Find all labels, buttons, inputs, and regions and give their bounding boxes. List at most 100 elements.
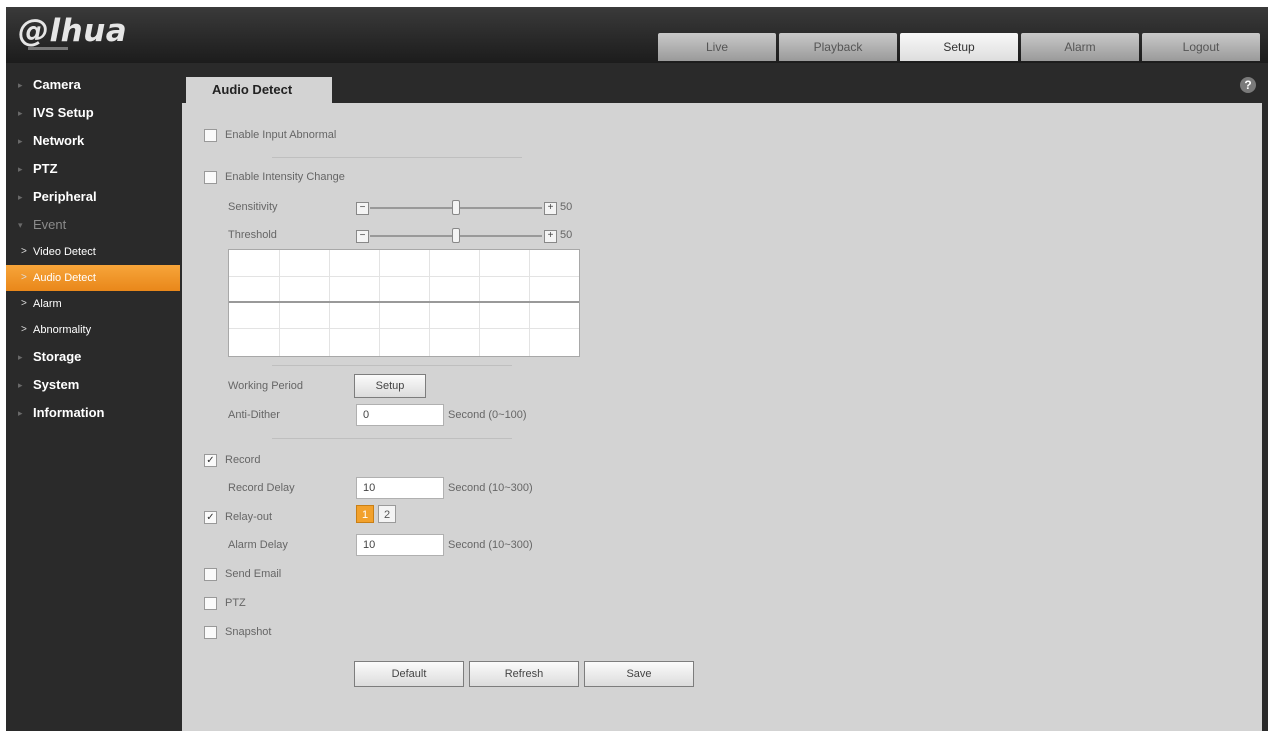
graph-gridline — [229, 328, 579, 329]
app-window: @lhua Live Playback Setup Alarm Logout ▸… — [6, 7, 1268, 731]
send-email-label: Send Email — [225, 568, 282, 580]
chevron-right-icon: > — [21, 298, 27, 309]
sidebar-item-ivs-setup[interactable]: ▸ IVS Setup — [6, 99, 182, 127]
graph-gridline — [379, 250, 380, 356]
section-divider — [272, 365, 512, 366]
alarm-delay-label: Alarm Delay — [228, 539, 288, 551]
graph-gridline — [429, 250, 430, 356]
enable-intensity-change-label: Enable Intensity Change — [225, 171, 345, 183]
minus-icon[interactable]: − — [356, 202, 369, 215]
sidebar-subitem-audio-detect[interactable]: > Audio Detect — [6, 265, 180, 291]
sidebar-item-label: System — [33, 377, 80, 392]
sidebar-item-system[interactable]: ▸ System — [6, 371, 182, 399]
minus-icon[interactable]: − — [356, 230, 369, 243]
settings-panel: Audio Detect ? Enable Input Abnormal Ena… — [182, 71, 1262, 731]
tab-playback[interactable]: Playback — [779, 33, 897, 61]
bullet-icon: ▸ — [18, 352, 23, 362]
graph-gridline — [479, 250, 480, 356]
sidebar-item-ptz[interactable]: ▸ PTZ — [6, 155, 182, 183]
audio-intensity-graph — [228, 249, 580, 357]
bullet-icon: ▸ — [18, 136, 23, 146]
slider-thumb[interactable] — [452, 228, 460, 243]
graph-gridline — [329, 250, 330, 356]
tab-alarm[interactable]: Alarm — [1021, 33, 1139, 61]
send-email-row: Send Email — [204, 565, 281, 583]
tab-logout[interactable]: Logout — [1142, 33, 1260, 61]
relay-channel-2-button[interactable]: 2 — [378, 505, 396, 523]
sidebar-item-label: Network — [33, 133, 85, 148]
sidebar-item-label: IVS Setup — [33, 105, 94, 120]
chevron-right-icon: > — [21, 324, 27, 335]
sidebar-item-information[interactable]: ▸ Information — [6, 399, 182, 427]
ptz-checkbox[interactable] — [204, 596, 217, 610]
sensitivity-slider[interactable]: − + 50 — [356, 200, 576, 215]
enable-intensity-change-row: Enable Intensity Change — [204, 168, 345, 186]
snapshot-row: Snapshot — [204, 623, 271, 641]
sidebar-subitem-label: Audio Detect — [33, 272, 96, 284]
graph-gridline — [529, 250, 530, 356]
plus-icon[interactable]: + — [544, 202, 557, 215]
bullet-icon: ▸ — [18, 380, 23, 390]
tab-setup[interactable]: Setup — [900, 33, 1018, 61]
record-delay-input[interactable] — [356, 477, 444, 499]
sidebar-item-label: Camera — [33, 77, 81, 92]
bullet-icon: ▸ — [18, 108, 23, 118]
record-checkbox[interactable]: ✓ — [204, 453, 217, 467]
save-button[interactable]: Save — [584, 661, 694, 687]
graph-gridline — [279, 250, 280, 356]
sidebar-item-label: Storage — [33, 349, 82, 364]
refresh-button[interactable]: Refresh — [469, 661, 579, 687]
bullet-icon: ▸ — [18, 408, 23, 418]
sidebar-subitem-label: Video Detect — [33, 246, 96, 258]
alarm-delay-hint: Second (10~300) — [448, 539, 533, 551]
section-divider — [272, 157, 522, 158]
default-button[interactable]: Default — [354, 661, 464, 687]
slider-thumb[interactable] — [452, 200, 460, 215]
sidebar-item-peripheral[interactable]: ▸ Peripheral — [6, 183, 182, 211]
brand-logo: @lhua — [18, 13, 128, 49]
tab-live[interactable]: Live — [658, 33, 776, 61]
help-icon[interactable]: ? — [1240, 77, 1256, 93]
sidebar-subitem-abnormality[interactable]: > Abnormality — [6, 317, 182, 343]
ptz-row: PTZ — [204, 594, 246, 612]
sidebar-item-camera[interactable]: ▸ Camera — [6, 71, 182, 99]
sidebar-item-event[interactable]: ▾ Event — [6, 211, 182, 239]
enable-input-abnormal-checkbox[interactable] — [204, 128, 217, 142]
sidebar-item-network[interactable]: ▸ Network — [6, 127, 182, 155]
chevron-right-icon: > — [21, 246, 27, 257]
sensitivity-value: 50 — [560, 201, 573, 213]
record-delay-label: Record Delay — [228, 482, 295, 494]
sidebar-item-storage[interactable]: ▸ Storage — [6, 343, 182, 371]
working-period-setup-button[interactable]: Setup — [354, 374, 426, 398]
section-divider — [272, 438, 512, 439]
anti-dither-hint: Second (0~100) — [448, 409, 527, 421]
snapshot-label: Snapshot — [225, 626, 272, 638]
record-label: Record — [225, 454, 261, 466]
sensitivity-label: Sensitivity — [228, 201, 278, 213]
sidebar-subitem-alarm[interactable]: > Alarm — [6, 291, 182, 317]
enable-intensity-change-checkbox[interactable] — [204, 170, 217, 184]
threshold-line — [229, 301, 579, 303]
bullet-icon: ▸ — [18, 192, 23, 202]
chevron-right-icon: > — [21, 272, 27, 283]
anti-dither-label: Anti-Dither — [228, 409, 280, 421]
enable-input-abnormal-label: Enable Input Abnormal — [225, 129, 337, 141]
send-email-checkbox[interactable] — [204, 567, 217, 581]
sidebar: ▸ Camera ▸ IVS Setup ▸ Network ▸ PTZ ▸ Periph… — [6, 71, 182, 731]
snapshot-checkbox[interactable] — [204, 625, 217, 639]
ptz-label: PTZ — [225, 597, 246, 609]
threshold-slider[interactable]: − + 50 — [356, 228, 576, 243]
threshold-value: 50 — [560, 229, 573, 241]
tab-audio-detect[interactable]: Audio Detect — [186, 77, 332, 104]
relay-channel-1-button[interactable]: 1 — [356, 505, 374, 523]
graph-gridline — [229, 276, 579, 277]
relay-out-checkbox[interactable]: ✓ — [204, 510, 217, 524]
alarm-delay-input[interactable] — [356, 534, 444, 556]
sidebar-subitem-video-detect[interactable]: > Video Detect — [6, 239, 182, 265]
top-nav: Live Playback Setup Alarm Logout — [658, 33, 1260, 61]
sidebar-subitem-label: Abnormality — [33, 324, 92, 336]
bullet-icon: ▸ — [18, 80, 23, 90]
content-tab-bar: Audio Detect ? — [182, 71, 1262, 104]
plus-icon[interactable]: + — [544, 230, 557, 243]
anti-dither-input[interactable] — [356, 404, 444, 426]
